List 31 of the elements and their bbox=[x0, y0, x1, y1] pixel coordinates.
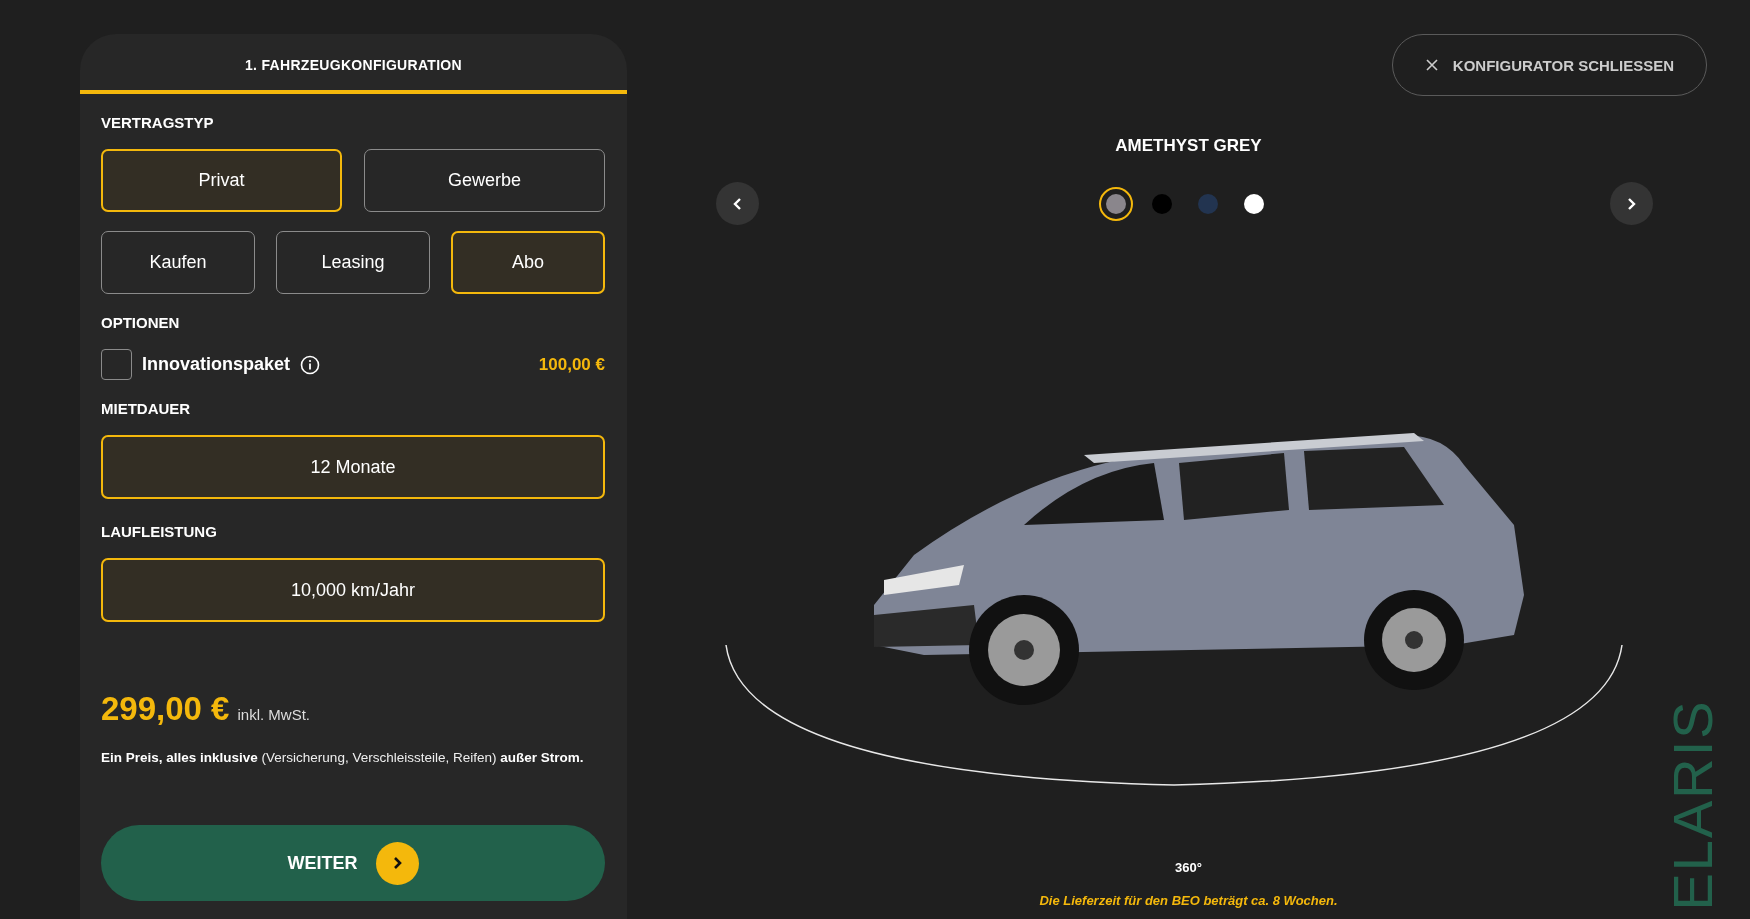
section-label: VERTRAGSTYP bbox=[101, 114, 215, 131]
previous-arrow-button[interactable] bbox=[716, 182, 759, 225]
option-label: Innovationspaket bbox=[142, 354, 291, 375]
total-price: 299,00 € bbox=[101, 690, 230, 728]
brand-logo: ELARIS bbox=[1659, 699, 1725, 911]
color-swatch[interactable] bbox=[1098, 186, 1133, 221]
chevron-right-icon bbox=[1627, 196, 1636, 211]
chevron-right-icon bbox=[375, 841, 419, 885]
checkbox[interactable] bbox=[101, 349, 132, 380]
vat-note: inkl. MwSt. bbox=[237, 706, 310, 723]
price-info-text: Ein Preis, alles inklusive (Versicherung, Verschleissteile, Reifen) außer Strom. bbox=[101, 750, 585, 765]
section-label: MIETDAUER bbox=[101, 400, 192, 417]
section-label: OPTIONEN bbox=[101, 314, 181, 331]
section-label: LAUFLEISTUNG bbox=[101, 523, 218, 540]
customer-type-option[interactable]: Gewerbe bbox=[364, 149, 605, 212]
color-name: AMETHYST GREY bbox=[1115, 136, 1262, 156]
contract-type-option[interactable]: Kaufen bbox=[101, 231, 255, 294]
option-price: 100,00 € bbox=[538, 354, 605, 375]
mileage-select[interactable]: 10,000 km/Jahr bbox=[101, 558, 605, 622]
close-icon bbox=[1424, 58, 1439, 72]
info-icon[interactable] bbox=[300, 354, 321, 375]
chevron-left-icon bbox=[733, 196, 742, 211]
rotation-label[interactable]: 360° bbox=[1175, 860, 1202, 875]
contract-type-option[interactable]: Abo bbox=[451, 231, 605, 294]
customer-type-option[interactable]: Privat bbox=[101, 149, 342, 212]
duration-select[interactable]: 12 Monate bbox=[101, 435, 605, 499]
next-button[interactable]: WEITER bbox=[101, 825, 605, 901]
contract-type-option[interactable]: Leasing bbox=[276, 231, 430, 294]
step-tab[interactable]: 1. FAHRZEUGKONFIGURATION bbox=[80, 34, 627, 94]
delivery-note: Die Lieferzeit für den BEO beträgt ca. 8 Wochen. bbox=[1039, 893, 1338, 908]
next-arrow-button[interactable] bbox=[1610, 182, 1653, 225]
